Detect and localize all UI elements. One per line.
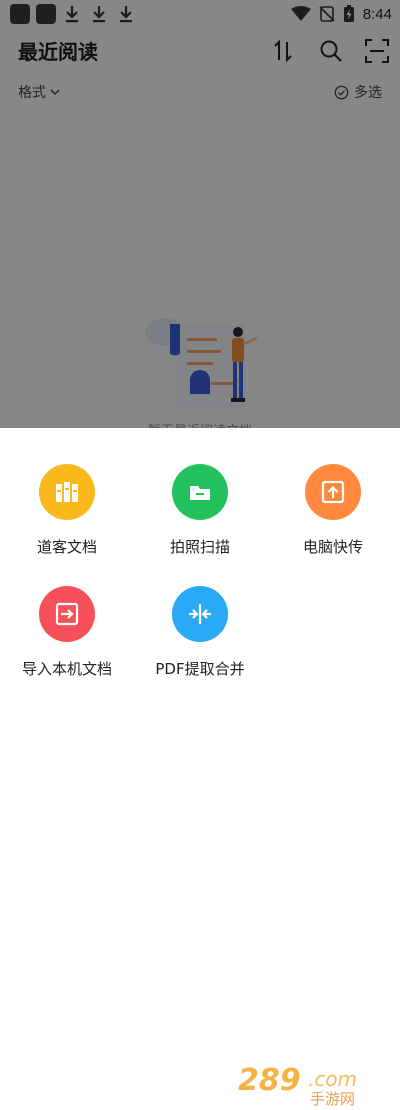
watermark-logo: 289 .com 手游网: [238, 1060, 378, 1108]
action-pdf-merge[interactable]: PDF提取合并: [135, 586, 265, 696]
action-photo-scan[interactable]: 拍照扫描: [135, 464, 265, 574]
upload-icon: [321, 480, 345, 504]
action-circle: [305, 464, 361, 520]
import-icon: [55, 602, 79, 626]
merge-icon: [189, 604, 211, 624]
action-circle: [39, 586, 95, 642]
scan-icon: [190, 486, 210, 500]
bottom-sheet: 道客文档 拍照扫描 电脑快传 导入本机文档 PDF提取合并 289 .com 手…: [0, 428, 400, 1108]
action-import-local[interactable]: 导入本机文档: [2, 586, 132, 696]
action-daoke-docs[interactable]: 道客文档: [2, 464, 132, 574]
book-shelf-icon: [56, 482, 78, 502]
action-label: 拍照扫描: [169, 538, 230, 556]
watermark-logo-graphic: 289 .com 手游网: [238, 1063, 357, 1108]
action-label: 道客文档: [36, 538, 97, 556]
action-pc-transfer[interactable]: 电脑快传: [268, 464, 398, 574]
action-label: 电脑快传: [302, 538, 363, 556]
action-circle: [172, 586, 228, 642]
action-label: PDF提取合并: [155, 660, 245, 678]
action-circle: [39, 464, 95, 520]
app-screen: 8:44 最近阅读 格式 多选 道客文档 拍照扫描 电脑快传 导入本机文档 PD…: [0, 0, 400, 1108]
svg-text:.com: .com: [308, 1067, 357, 1091]
action-label: 导入本机文档: [21, 660, 112, 678]
svg-text:289: 289: [238, 1063, 301, 1098]
action-circle: [172, 464, 228, 520]
svg-text:手游网: 手游网: [310, 1090, 355, 1106]
